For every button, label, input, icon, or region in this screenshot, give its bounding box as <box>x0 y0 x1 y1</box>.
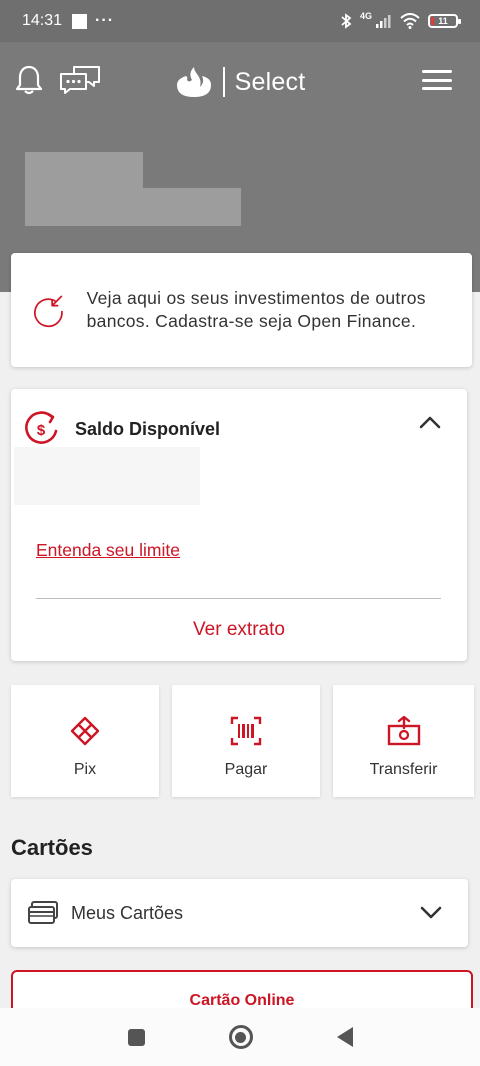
redacted-account-info <box>25 188 241 226</box>
notification-square-icon <box>72 13 88 29</box>
barcode-icon <box>230 716 262 746</box>
my-cards-dropdown[interactable]: Meus Cartões <box>11 879 468 947</box>
pay-button[interactable]: Pagar <box>172 685 320 797</box>
brand-logo: Select <box>0 66 480 98</box>
balance-title: Saldo Disponível <box>75 418 221 439</box>
pix-icon <box>70 716 100 746</box>
pay-label: Pagar <box>224 761 268 778</box>
hidden-balance-value <box>14 447 200 505</box>
signal-icon <box>376 15 391 28</box>
balance-card: $ Saldo Disponível Entenda seu limite Ve… <box>11 389 467 661</box>
recent-apps-icon[interactable] <box>127 1028 145 1046</box>
network-type: 4G <box>359 11 372 21</box>
flame-logo-icon <box>176 67 211 97</box>
view-statement-button[interactable]: Ver extrato <box>11 619 467 641</box>
wifi-icon <box>400 13 420 29</box>
open-finance-message: Veja aqui os seus investimentos de outro… <box>86 288 426 331</box>
open-finance-card[interactable]: Veja aqui os seus investimentos de outro… <box>11 253 472 367</box>
transfer-label: Transferir <box>369 761 438 778</box>
battery-level: 11 <box>438 16 448 26</box>
balance-icon: $ <box>25 411 58 444</box>
brand-name: Select <box>234 67 306 96</box>
divider <box>36 598 441 599</box>
svg-text:$: $ <box>37 422 46 439</box>
pix-label: Pix <box>73 761 97 778</box>
transfer-icon <box>387 716 420 746</box>
hamburger-menu-icon[interactable] <box>422 70 452 90</box>
chevron-up-icon[interactable] <box>419 415 441 429</box>
understand-limit-link[interactable]: Entenda seu limite <box>36 540 180 561</box>
card-icon <box>28 901 58 924</box>
status-bar: 14:31 ··· 4G 11 <box>0 0 480 42</box>
chevron-down-icon[interactable] <box>420 906 442 920</box>
home-icon[interactable] <box>228 1025 253 1049</box>
battery-icon: 11 <box>428 14 461 28</box>
open-finance-icon <box>34 295 63 328</box>
transfer-button[interactable]: Transferir <box>333 685 474 797</box>
bluetooth-icon <box>341 13 352 29</box>
my-cards-label: Meus Cartões <box>71 902 184 923</box>
status-time: 14:31 <box>22 12 63 29</box>
more-notifications-icon: ··· <box>95 12 115 29</box>
back-icon[interactable] <box>336 1027 353 1047</box>
system-nav-bar <box>0 1008 480 1066</box>
pix-button[interactable]: Pix <box>11 685 159 797</box>
cards-section-title: Cartões <box>11 835 93 860</box>
